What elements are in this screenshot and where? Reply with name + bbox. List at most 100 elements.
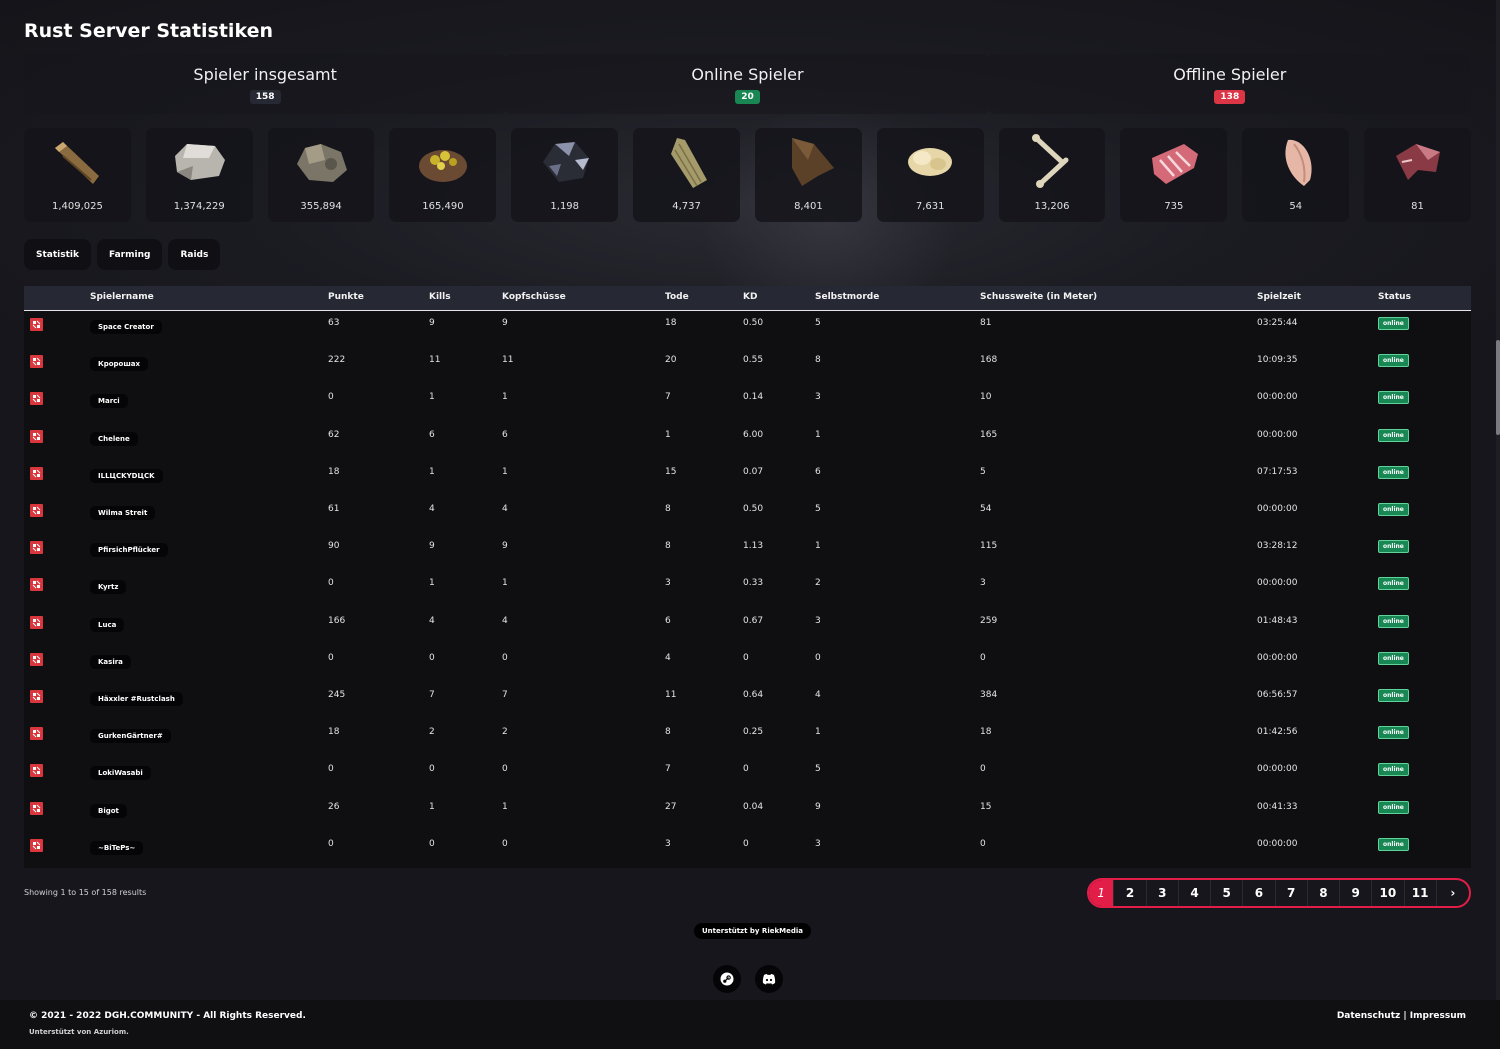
powered-by-text[interactable]: Unterstützt von Azuriom. — [29, 1028, 129, 1036]
resource-card: 355,894 — [267, 128, 375, 222]
broken-avatar-icon — [30, 541, 43, 555]
table-row[interactable]: ~BiTePs~ 0 0 0 3 0 3 0 00:00:00 online — [24, 837, 1471, 876]
page-title: Rust Server Statistiken — [24, 20, 273, 42]
steam-link[interactable] — [713, 965, 741, 993]
cell-kd: 0.50 — [743, 318, 764, 328]
col-schussweite[interactable]: Schussweite (in Meter) — [980, 292, 1097, 302]
tab-statistik[interactable]: Statistik — [24, 239, 91, 270]
cell-selbstmorde: 3 — [815, 615, 821, 626]
page-2[interactable]: 2 — [1114, 880, 1147, 906]
tab-farming[interactable]: Farming — [96, 239, 163, 270]
wood-icon — [55, 142, 100, 184]
page-7[interactable]: 7 — [1276, 880, 1308, 906]
cell-spielzeit: 00:00:00 — [1257, 652, 1298, 663]
table-row[interactable]: ILLЦCKYDЦCK 18 1 1 15 0.07 6 5 07:17:53 online — [24, 465, 1471, 504]
table-row[interactable]: Kasira 0 0 0 4 0 0 0 00:00:00 online — [24, 651, 1471, 690]
cell-tode: 1 — [665, 429, 671, 440]
footer-links[interactable]: Datenschutz | Impressum — [1337, 1011, 1466, 1021]
col-kills[interactable]: Kills — [429, 292, 451, 302]
table-row[interactable]: Kyrtz 0 1 1 3 0.33 2 3 00:00:00 online — [24, 577, 1471, 615]
resource-card: 1,409,025 — [24, 128, 131, 222]
page-5[interactable]: 5 — [1211, 880, 1244, 906]
player-name[interactable]: Space Creator — [90, 320, 162, 334]
player-name[interactable]: ILLЦCKYDЦCK — [90, 468, 163, 483]
cell-kopfschuesse: 4 — [502, 615, 508, 626]
cell-spielzeit: 03:25:44 — [1257, 318, 1298, 328]
cell-spielzeit: 00:41:33 — [1257, 801, 1298, 812]
cell-kopfschuesse: 6 — [502, 429, 508, 440]
scrollbar-thumb[interactable] — [1496, 340, 1500, 435]
discord-link[interactable] — [755, 965, 783, 993]
page-8[interactable]: 8 — [1308, 880, 1341, 906]
table-row[interactable]: Häxxler #Rustclash 245 7 7 11 0.64 4 384 06:56:5… — [24, 689, 1471, 727]
page-3[interactable]: 3 — [1147, 880, 1179, 906]
player-name[interactable]: Кророшах — [90, 357, 149, 372]
page-9[interactable]: 9 — [1340, 880, 1373, 906]
cell-schussweite: 10 — [980, 392, 992, 403]
cell-kills: 9 — [429, 541, 435, 552]
player-name[interactable]: Marci — [90, 394, 128, 409]
cell-schussweite: 5 — [980, 466, 986, 477]
col-spielername[interactable]: Spielername — [90, 292, 154, 302]
player-name[interactable]: Bigot — [90, 803, 127, 818]
col-status[interactable]: Status — [1378, 292, 1411, 302]
cell-schussweite: 165 — [980, 429, 998, 440]
scrollbar[interactable] — [1496, 0, 1500, 1049]
table-row[interactable]: Bigot 26 1 1 27 0.04 9 15 00:41:33 online — [24, 800, 1471, 839]
table-row[interactable]: Luca 166 4 4 6 0.67 3 259 01:48:43 online — [24, 614, 1471, 653]
cell-kd: 0.64 — [743, 690, 764, 700]
resource-card: 81 — [1364, 128, 1471, 222]
page-10[interactable]: 10 — [1372, 880, 1405, 906]
cell-kills: 7 — [429, 690, 435, 700]
player-name[interactable]: Häxxler #Rustclash — [90, 692, 183, 706]
page-11[interactable]: 11 — [1405, 880, 1437, 906]
tab-raids[interactable]: Raids — [168, 239, 221, 270]
next-page-button[interactable]: › — [1437, 880, 1469, 906]
cell-kills: 1 — [429, 801, 435, 812]
cell-kopfschuesse: 2 — [502, 727, 508, 738]
footer: © 2021 - 2022 DGH.COMMUNITY - All Rights… — [0, 1000, 1500, 1049]
stones-icon — [175, 144, 226, 180]
supported-by-badge[interactable]: Unterstützt by RiekMedia — [694, 923, 811, 939]
table-row[interactable]: GurkenGärtner# 18 2 2 8 0.25 1 18 01:42:56 online — [24, 726, 1471, 764]
status-badge: online — [1378, 800, 1409, 814]
broken-avatar-icon — [30, 838, 43, 852]
col-spielzeit[interactable]: Spielzeit — [1257, 292, 1301, 302]
player-name[interactable]: Kasira — [90, 654, 131, 669]
page-6[interactable]: 6 — [1243, 880, 1276, 906]
cell-kopfschuesse: 1 — [502, 801, 508, 812]
cell-tode: 3 — [665, 838, 671, 849]
player-name[interactable]: Kyrtz — [90, 580, 127, 595]
broken-avatar-icon — [30, 355, 43, 369]
broken-avatar-icon — [30, 578, 43, 592]
cell-tode: 15 — [665, 466, 677, 477]
cell-punkte: 61 — [328, 504, 340, 514]
status-badge: online — [1378, 577, 1409, 591]
table-row[interactable]: LokiWasabi 0 0 0 7 0 5 0 00:00:00 online — [24, 763, 1471, 801]
table-row[interactable]: Кророшах 222 11 11 20 0.55 8 168 10:09:35 online — [24, 354, 1471, 392]
cell-selbstmorde: 8 — [815, 355, 821, 366]
table-row[interactable]: Space Creator 63 9 9 18 0.50 5 81 03:25:44 online — [24, 317, 1471, 355]
broken-avatar-icon — [30, 318, 43, 331]
resource-value: 165,490 — [422, 201, 464, 212]
table-row[interactable]: Wilma Streit 61 4 4 8 0.50 5 54 00:00:00 online — [24, 503, 1471, 541]
player-name[interactable]: Wilma Streit — [90, 506, 156, 520]
player-name[interactable]: Chelene — [90, 431, 138, 446]
player-name[interactable]: ~BiTePs~ — [90, 840, 144, 855]
table-row[interactable]: Marci 0 1 1 7 0.14 3 10 00:00:00 online — [24, 391, 1471, 429]
col-punkte[interactable]: Punkte — [328, 292, 364, 302]
player-name[interactable]: PfirsichPflücker — [90, 543, 168, 558]
col-selbstmorde[interactable]: Selbstmorde — [815, 292, 879, 302]
player-name[interactable]: LokiWasabi — [90, 766, 151, 781]
table-row[interactable]: Chelene 62 6 6 1 6.00 1 165 00:00:00 online — [24, 428, 1471, 467]
table-row[interactable]: PfirsichPflücker 90 9 9 8 1.13 1 115 03:28:12 onl… — [24, 540, 1471, 578]
page-4[interactable]: 4 — [1179, 880, 1212, 906]
page-1[interactable]: 1 — [1089, 880, 1115, 906]
player-name[interactable]: GurkenGärtner# — [90, 729, 171, 744]
resource-card: 165,490 — [389, 128, 497, 222]
player-name[interactable]: Luca — [90, 617, 125, 632]
cell-tode: 6 — [665, 615, 671, 626]
col-kd[interactable]: KD — [743, 292, 757, 302]
col-tode[interactable]: Tode — [665, 292, 689, 302]
col-kopfschuesse[interactable]: Kopfschüsse — [502, 292, 566, 302]
